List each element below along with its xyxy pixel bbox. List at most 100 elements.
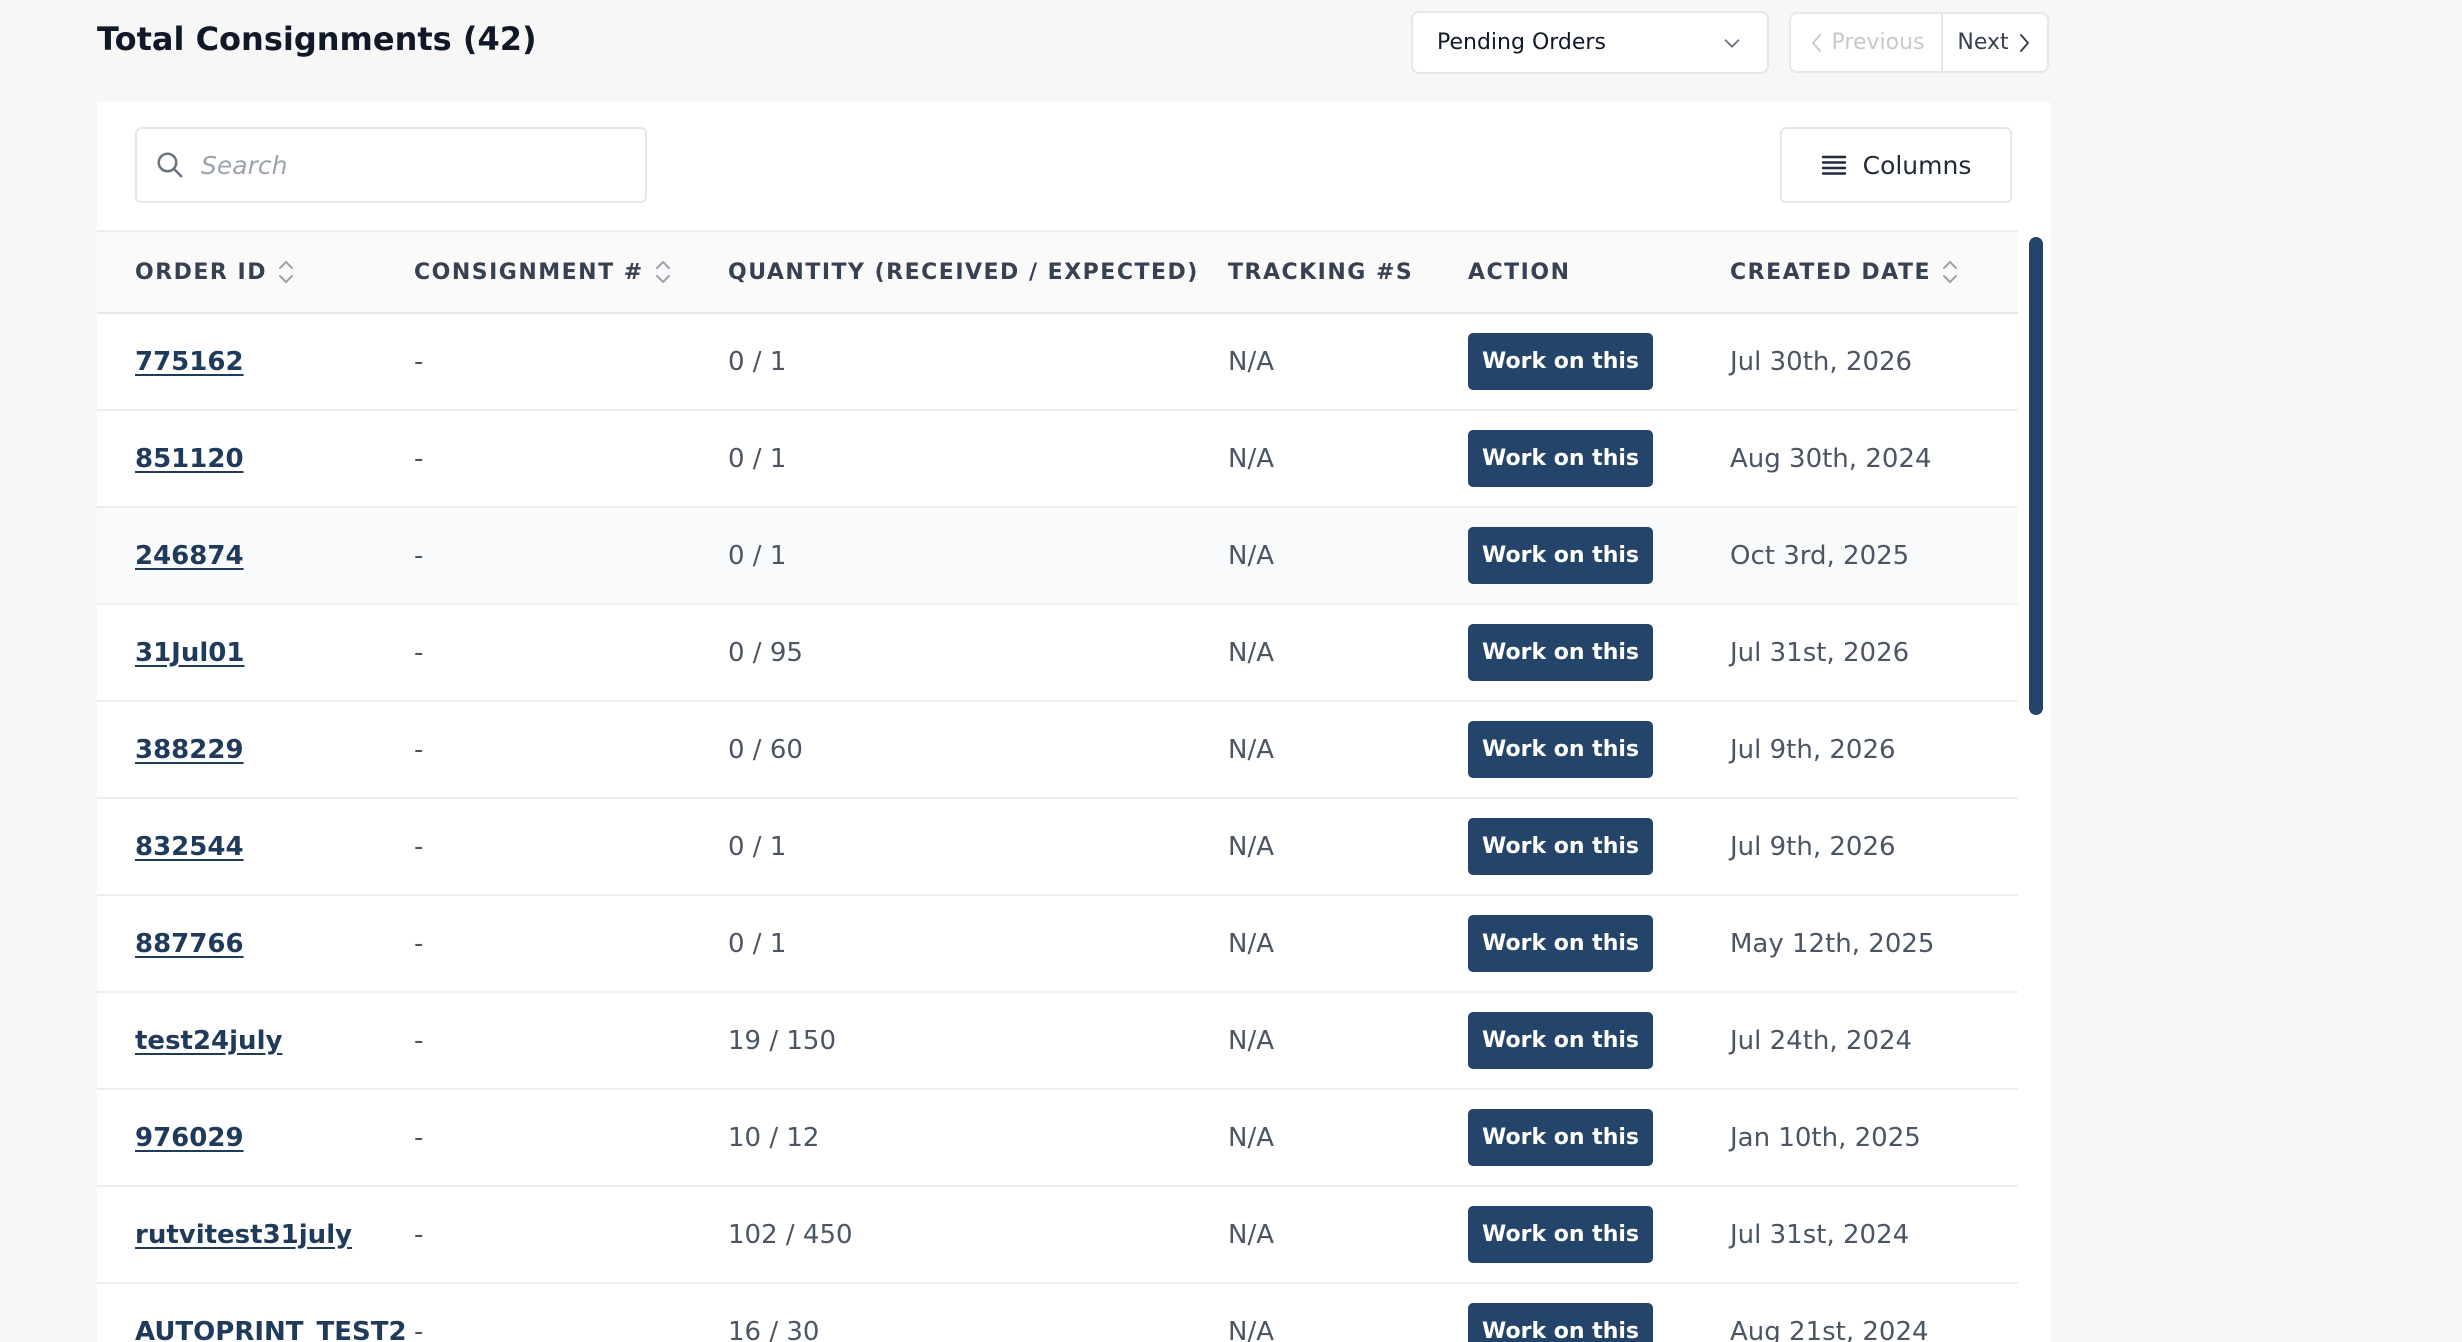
order-id-link[interactable]: test24july [135, 1026, 282, 1056]
consignment-cell: - [414, 895, 728, 992]
consignment-cell: - [414, 992, 728, 1089]
table-row: AUTOPRINT_TEST2 - 16 / 30 N/A Work on th… [97, 1283, 2018, 1342]
work-on-this-button[interactable]: Work on this [1468, 1206, 1653, 1263]
order-id-link[interactable]: 388229 [135, 735, 244, 765]
created-date-cell: May 12th, 2025 [1730, 895, 2018, 992]
table-row: 851120 - 0 / 1 N/A Work on this Aug 30th… [97, 410, 2018, 507]
consignment-cell: - [414, 410, 728, 507]
column-header-created-date[interactable]: CREATED DATE [1730, 231, 2018, 313]
next-page-button[interactable]: Next [1943, 14, 2047, 71]
tracking-cell: N/A [1228, 1283, 1468, 1342]
table-row: 246874 - 0 / 1 N/A Work on this Oct 3rd,… [97, 507, 2018, 604]
tracking-cell: N/A [1228, 410, 1468, 507]
previous-page-label: Previous [1832, 30, 1925, 55]
tracking-cell: N/A [1228, 798, 1468, 895]
tracking-cell: N/A [1228, 992, 1468, 1089]
consignments-panel: Columns ORDER ID CONSIGNMENT # [97, 102, 2050, 1342]
created-date-cell: Jul 31st, 2026 [1730, 604, 2018, 701]
table-row: 31Jul01 - 0 / 95 N/A Work on this Jul 31… [97, 604, 2018, 701]
consignment-cell: - [414, 313, 728, 410]
tracking-cell: N/A [1228, 604, 1468, 701]
consignment-cell: - [414, 798, 728, 895]
tracking-cell: N/A [1228, 1089, 1468, 1186]
work-on-this-button[interactable]: Work on this [1468, 527, 1653, 584]
order-id-link[interactable]: 976029 [135, 1123, 244, 1153]
order-status-select[interactable]: Pending Orders [1411, 11, 1769, 74]
work-on-this-button[interactable]: Work on this [1468, 818, 1653, 875]
table-row: 887766 - 0 / 1 N/A Work on this May 12th… [97, 895, 2018, 992]
chevron-right-icon [2015, 31, 2033, 55]
columns-button[interactable]: Columns [1780, 127, 2012, 203]
work-on-this-button[interactable]: Work on this [1468, 915, 1653, 972]
column-header-action: ACTION [1468, 231, 1730, 313]
created-date-cell: Jul 24th, 2024 [1730, 992, 2018, 1089]
pagination: Previous Next [1789, 12, 2049, 73]
tracking-cell: N/A [1228, 701, 1468, 798]
columns-icon [1821, 154, 1847, 176]
consignment-cell: - [414, 1186, 728, 1283]
work-on-this-button[interactable]: Work on this [1468, 333, 1653, 390]
order-status-select-value: Pending Orders [1437, 30, 1721, 55]
work-on-this-button[interactable]: Work on this [1468, 1303, 1653, 1342]
order-id-link[interactable]: 31Jul01 [135, 638, 244, 668]
order-id-link[interactable]: rutvitest31july [135, 1220, 352, 1250]
created-date-cell: Aug 21st, 2024 [1730, 1283, 2018, 1342]
created-date-cell: Jan 10th, 2025 [1730, 1089, 2018, 1186]
consignment-cell: - [414, 507, 728, 604]
search-input[interactable] [199, 150, 603, 181]
tracking-cell: N/A [1228, 313, 1468, 410]
table-header-row: ORDER ID CONSIGNMENT # QUANTITY (RECEIVE… [97, 231, 2018, 313]
quantity-cell: 0 / 60 [728, 701, 1228, 798]
quantity-cell: 0 / 1 [728, 410, 1228, 507]
chevron-left-icon [1808, 31, 1826, 55]
tracking-cell: N/A [1228, 1186, 1468, 1283]
page-title: Total Consignments (42) [97, 20, 537, 58]
table-row: rutvitest31july - 102 / 450 N/A Work on … [97, 1186, 2018, 1283]
consignments-table: ORDER ID CONSIGNMENT # QUANTITY (RECEIVE… [97, 230, 2018, 1342]
sort-icon [277, 258, 295, 286]
work-on-this-button[interactable]: Work on this [1468, 430, 1653, 487]
consignment-cell: - [414, 701, 728, 798]
quantity-cell: 10 / 12 [728, 1089, 1228, 1186]
next-page-label: Next [1957, 30, 2008, 55]
search-field[interactable] [135, 127, 647, 203]
table-row: 388229 - 0 / 60 N/A Work on this Jul 9th… [97, 701, 2018, 798]
quantity-cell: 19 / 150 [728, 992, 1228, 1089]
created-date-cell: Jul 9th, 2026 [1730, 701, 2018, 798]
quantity-cell: 0 / 1 [728, 507, 1228, 604]
order-id-link[interactable]: 851120 [135, 444, 244, 474]
created-date-cell: Aug 30th, 2024 [1730, 410, 2018, 507]
order-id-link[interactable]: AUTOPRINT_TEST2 [135, 1317, 407, 1342]
created-date-cell: Oct 3rd, 2025 [1730, 507, 2018, 604]
table-row: 775162 - 0 / 1 N/A Work on this Jul 30th… [97, 313, 2018, 410]
quantity-cell: 0 / 1 [728, 895, 1228, 992]
consignment-cell: - [414, 1283, 728, 1342]
quantity-cell: 0 / 1 [728, 313, 1228, 410]
search-icon [155, 150, 185, 180]
table-scrollbar[interactable] [2029, 237, 2043, 715]
column-header-quantity: QUANTITY (RECEIVED / EXPECTED) [728, 231, 1228, 313]
quantity-cell: 102 / 450 [728, 1186, 1228, 1283]
table-row: 976029 - 10 / 12 N/A Work on this Jan 10… [97, 1089, 2018, 1186]
work-on-this-button[interactable]: Work on this [1468, 624, 1653, 681]
table-row: test24july - 19 / 150 N/A Work on this J… [97, 992, 2018, 1089]
work-on-this-button[interactable]: Work on this [1468, 1012, 1653, 1069]
quantity-cell: 16 / 30 [728, 1283, 1228, 1342]
tracking-cell: N/A [1228, 895, 1468, 992]
created-date-cell: Jul 31st, 2024 [1730, 1186, 2018, 1283]
chevron-down-icon [1721, 32, 1743, 54]
quantity-cell: 0 / 95 [728, 604, 1228, 701]
order-id-link[interactable]: 832544 [135, 832, 244, 862]
column-header-consignment[interactable]: CONSIGNMENT # [414, 231, 728, 313]
created-date-cell: Jul 30th, 2026 [1730, 313, 2018, 410]
order-id-link[interactable]: 775162 [135, 347, 244, 377]
column-header-order-id[interactable]: ORDER ID [97, 231, 414, 313]
quantity-cell: 0 / 1 [728, 798, 1228, 895]
work-on-this-button[interactable]: Work on this [1468, 1109, 1653, 1166]
work-on-this-button[interactable]: Work on this [1468, 721, 1653, 778]
columns-button-label: Columns [1863, 151, 1972, 180]
order-id-link[interactable]: 887766 [135, 929, 244, 959]
order-id-link[interactable]: 246874 [135, 541, 244, 571]
created-date-cell: Jul 9th, 2026 [1730, 798, 2018, 895]
previous-page-button[interactable]: Previous [1791, 14, 1943, 71]
